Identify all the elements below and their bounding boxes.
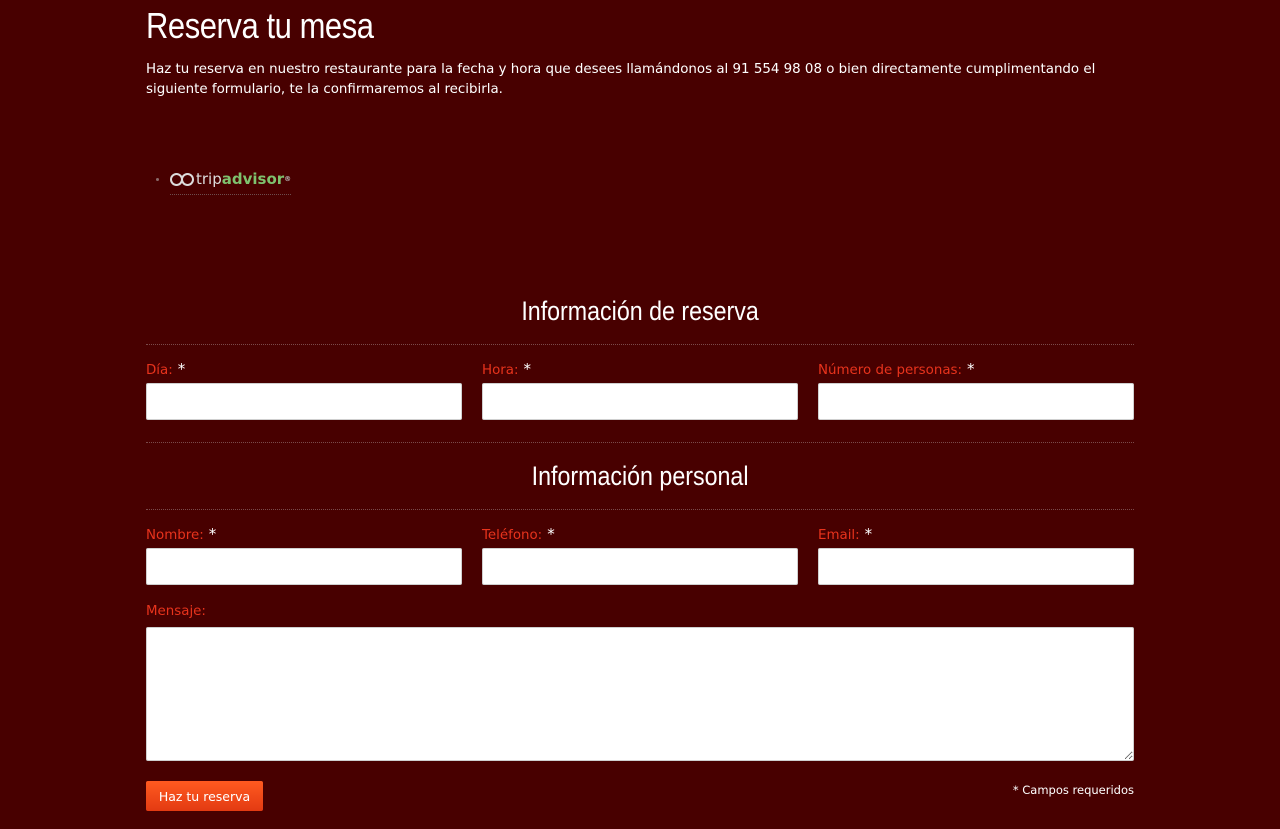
tripadvisor-logo-advisor: advisor xyxy=(221,170,285,188)
badge-list: trip advisor ® xyxy=(146,160,292,195)
time-label: Hora: * xyxy=(482,360,531,378)
email-label: Email: * xyxy=(818,525,873,543)
divider xyxy=(146,344,1134,345)
tripadvisor-owl-icon xyxy=(170,172,194,186)
name-input[interactable] xyxy=(146,548,462,585)
email-input[interactable] xyxy=(818,548,1134,585)
party-size-field: Número de personas: * xyxy=(818,359,1134,420)
day-field: Día: * xyxy=(146,359,462,420)
party-size-label: Número de personas: * xyxy=(818,360,975,378)
section-title-text: Información de reserva xyxy=(521,296,759,326)
divider xyxy=(146,509,1134,510)
submit-reservation-button[interactable]: Haz tu reserva xyxy=(146,781,263,811)
required-fields-note: * Campos requeridos xyxy=(1012,783,1134,797)
required-mark: * xyxy=(208,525,217,543)
reservation-section-title: Información de reserva xyxy=(146,293,1134,329)
required-mark: * xyxy=(547,525,555,543)
name-label: Nombre: * xyxy=(146,525,217,543)
phone-input[interactable] xyxy=(482,548,798,585)
list-item: trip advisor ® xyxy=(146,160,292,195)
divider xyxy=(146,442,1134,443)
bullet-icon xyxy=(156,178,159,181)
required-mark: * xyxy=(967,360,975,378)
email-field: Email: * xyxy=(818,524,1134,585)
intro-text: Haz tu reserva en nuestro restaurante pa… xyxy=(146,62,1096,97)
day-label: Día: * xyxy=(146,360,186,378)
required-mark: * xyxy=(864,525,873,543)
time-input[interactable] xyxy=(482,383,798,420)
message-textarea[interactable] xyxy=(146,627,1134,761)
personal-section-title: Información personal xyxy=(146,458,1134,494)
message-label: Mensaje: xyxy=(146,604,206,619)
name-field: Nombre: * xyxy=(146,524,462,585)
party-size-input[interactable] xyxy=(818,383,1134,420)
tripadvisor-logo-trip: trip xyxy=(196,170,222,188)
phone-label: Teléfono: * xyxy=(482,525,555,543)
required-mark: * xyxy=(523,360,531,378)
tripadvisor-logo-tm: ® xyxy=(284,175,292,183)
phone-field: Teléfono: * xyxy=(482,524,798,585)
time-field: Hora: * xyxy=(482,359,798,420)
tripadvisor-link[interactable]: trip advisor ® xyxy=(170,160,292,195)
section-title-text: Información personal xyxy=(531,461,749,491)
required-mark: * xyxy=(177,360,186,378)
day-input[interactable] xyxy=(146,383,462,420)
page-title: Reserva tu mesa xyxy=(146,5,374,46)
